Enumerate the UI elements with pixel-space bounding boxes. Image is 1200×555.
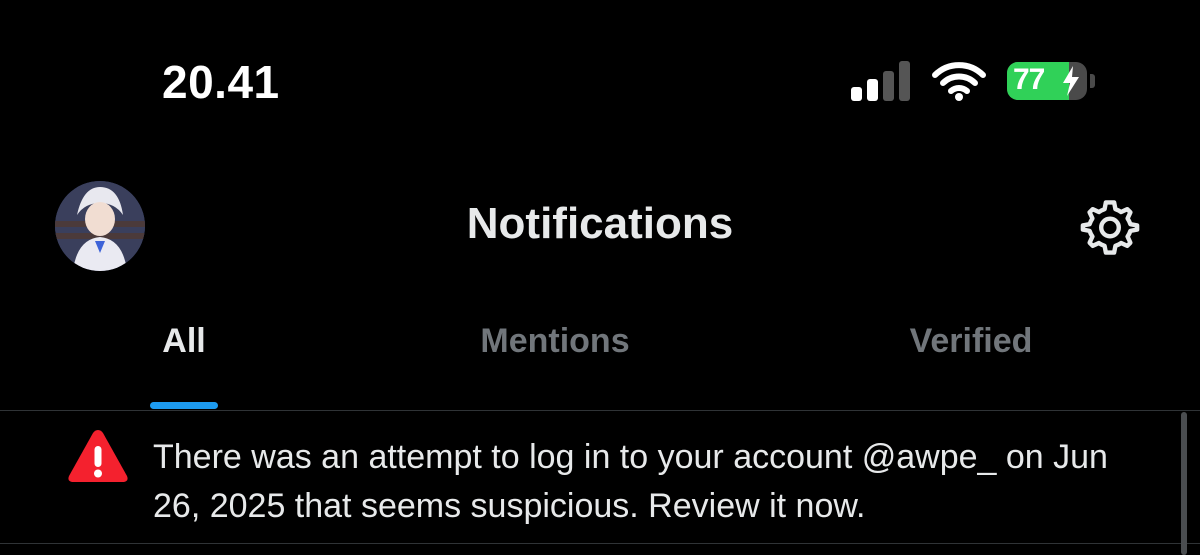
scrollbar[interactable] (1181, 412, 1187, 555)
tab-all[interactable]: All (162, 322, 205, 361)
battery-percent: 77 (1013, 63, 1045, 96)
active-tab-indicator (150, 402, 218, 409)
notification-text: There was an attempt to log in to your a… (153, 438, 1108, 525)
wifi-icon (932, 62, 986, 101)
tab-verified[interactable]: Verified (910, 322, 1033, 361)
page-title: Notifications (466, 199, 734, 248)
warning-triangle-icon (68, 430, 128, 482)
notification-item[interactable]: There was an attempt to log in to your a… (0, 411, 1200, 543)
settings-button[interactable] (1079, 196, 1141, 258)
tab-mentions[interactable]: Mentions (480, 322, 629, 361)
status-time: 20.41 (162, 56, 280, 108)
cellular-signal-icon (851, 61, 913, 101)
notification-tabs: All Mentions Verified (0, 322, 1200, 410)
divider (0, 543, 1200, 544)
battery-indicator: 77 (1007, 62, 1097, 100)
gear-icon (1080, 200, 1140, 255)
bolt-icon (1063, 66, 1079, 96)
